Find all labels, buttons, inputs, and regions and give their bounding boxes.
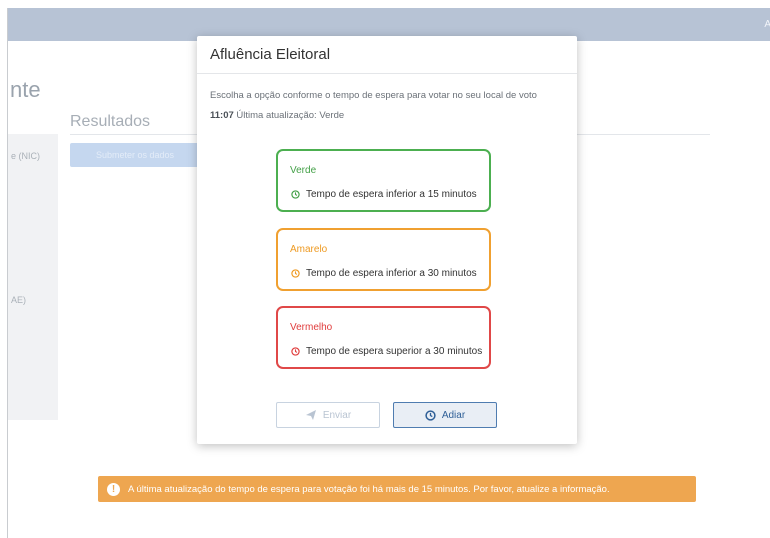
left-form-panel — [8, 134, 58, 420]
send-button-label: Enviar — [322, 409, 352, 421]
send-button[interactable]: Enviar — [276, 402, 380, 428]
option-vermelho-name: Vermelho — [290, 322, 333, 333]
exclamation-icon: ! — [107, 482, 120, 496]
last-update-text: Última atualização: Verde — [236, 110, 345, 121]
clock-icon — [291, 190, 300, 199]
submit-data-button[interactable]: Submeter os dados — [70, 143, 200, 167]
clock-icon — [291, 269, 300, 278]
topbar-user-label[interactable]: A — [764, 19, 770, 30]
turnout-modal: Afluência Eleitoral Escolha a opção conf… — [197, 36, 577, 444]
clock-icon — [425, 409, 436, 421]
modal-header: Afluência Eleitoral — [197, 36, 577, 74]
option-amarelo-text: Tempo de espera inferior a 30 minutos — [306, 268, 477, 279]
option-verde-text: Tempo de espera inferior a 15 minutos — [306, 189, 477, 200]
last-update: 11:07 Última atualização: Verde — [210, 110, 344, 121]
defer-button-label: Adiar — [441, 409, 466, 421]
option-verde-name: Verde — [290, 165, 317, 176]
last-update-time: 11:07 — [210, 110, 234, 121]
form-label-nic: e (NIC) — [11, 151, 40, 161]
option-amarelo-description: Tempo de espera inferior a 30 minutos — [291, 268, 477, 279]
defer-button[interactable]: Adiar — [393, 402, 497, 428]
modal-title: Afluência Eleitoral — [210, 46, 331, 63]
clock-icon — [291, 347, 300, 356]
results-heading: Resultados — [70, 113, 151, 130]
warning-text: A última atualização do tempo de espera … — [128, 483, 610, 495]
option-verde-description: Tempo de espera inferior a 15 minutos — [291, 189, 477, 200]
warning-alert: ! A última atualização do tempo de esper… — [98, 476, 696, 502]
modal-instructions: Escolha a opção conforme o tempo de espe… — [210, 90, 537, 101]
option-amarelo[interactable]: Amarelo Tempo de espera inferior a 30 mi… — [276, 228, 491, 291]
option-vermelho-text: Tempo de espera superior a 30 minutos — [306, 346, 483, 357]
option-amarelo-name: Amarelo — [290, 244, 328, 255]
option-vermelho-description: Tempo de espera superior a 30 minutos — [291, 346, 482, 357]
send-icon — [305, 410, 316, 420]
form-label-ae: AE) — [11, 295, 27, 305]
option-verde[interactable]: Verde Tempo de espera inferior a 15 minu… — [276, 149, 491, 212]
page-title: nte — [10, 77, 41, 102]
option-vermelho[interactable]: Vermelho Tempo de espera superior a 30 m… — [276, 306, 491, 369]
